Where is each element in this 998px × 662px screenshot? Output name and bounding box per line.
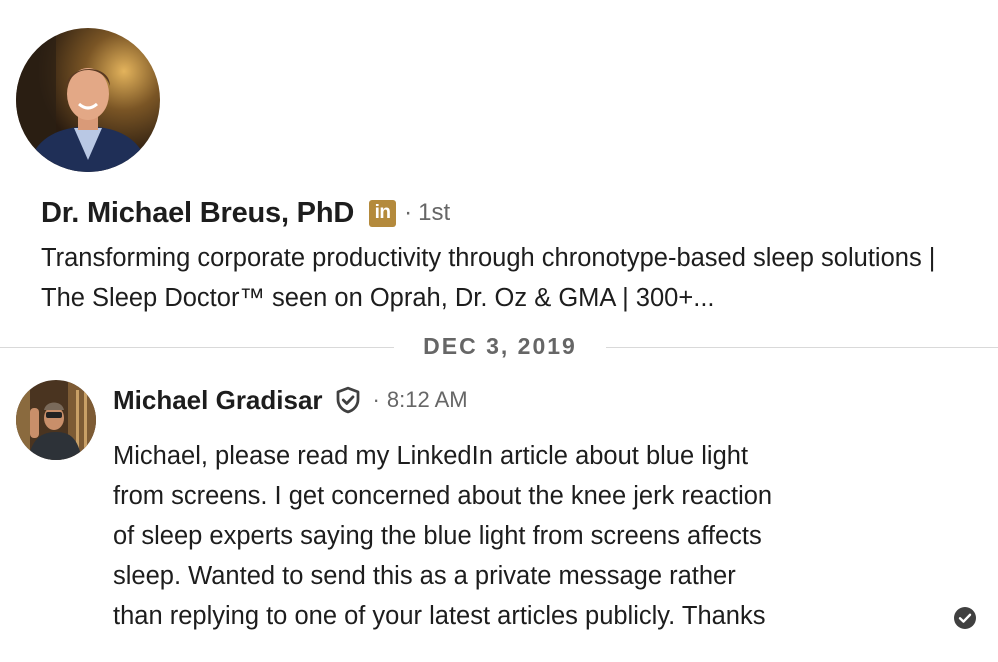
- sender-avatar[interactable]: [16, 380, 96, 460]
- divider-line-right: [606, 347, 998, 348]
- message-header: Michael Gradisar · 8:12 AM: [113, 380, 468, 420]
- profile-name-row: Dr. Michael Breus, PhD in · 1st: [41, 192, 450, 234]
- profile-name[interactable]: Dr. Michael Breus, PhD: [41, 197, 354, 230]
- message-line: of sleep experts saying the blue light f…: [113, 522, 762, 550]
- message-line: from screens. I get concerned about the …: [113, 482, 773, 510]
- message-body: Michael, please read my LinkedIn article…: [113, 436, 903, 636]
- profile-headline: Transforming corporate productivity thro…: [41, 244, 936, 312]
- message-line: sleep. Wanted to send this as a private …: [113, 562, 736, 590]
- date-divider-label: DEC 3, 2019: [423, 333, 577, 359]
- connection-degree: 1st: [418, 199, 451, 226]
- sender-photo: [16, 380, 96, 460]
- sender-name[interactable]: Michael Gradisar: [113, 385, 323, 416]
- shield-check-icon: [333, 385, 363, 415]
- message-timestamp: 8:12 AM: [386, 387, 468, 412]
- profile-photo: [16, 28, 160, 172]
- message-line: Michael, please read my LinkedIn article…: [113, 442, 749, 470]
- separator-dot: ·: [372, 387, 380, 412]
- linkedin-premium-icon: in: [369, 199, 397, 227]
- profile-avatar[interactable]: [16, 28, 160, 172]
- divider-line-left: [0, 347, 394, 348]
- separator-dot: ·: [404, 199, 413, 226]
- message-line: than replying to one of your latest arti…: [113, 602, 766, 630]
- check-circle-icon: [953, 606, 977, 630]
